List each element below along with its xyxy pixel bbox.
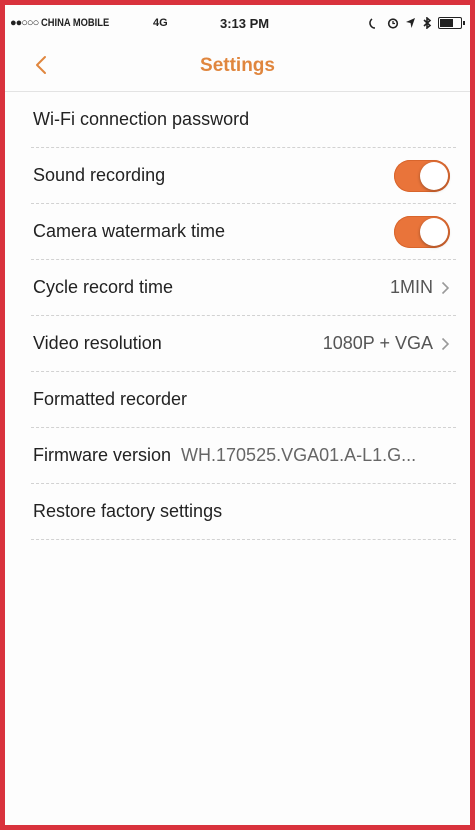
rotation-lock-icon <box>369 18 376 29</box>
setting-label: Video resolution <box>33 333 162 353</box>
location-icon <box>406 18 415 28</box>
setting-value-wrap: 1MIN <box>390 277 450 298</box>
chevron-right-icon <box>441 281 450 294</box>
setting-firmware-version: Firmware version WH.170525.VGA01.A-L1.G.… <box>31 428 456 484</box>
phone-screen: ●●○○○ CHINA MOBILE 4G 3:13 PM Settings W… <box>0 0 475 830</box>
setting-restore-factory[interactable]: Restore factory settings <box>31 484 456 540</box>
setting-label: Wi-Fi connection password <box>33 109 250 129</box>
setting-wifi-password[interactable]: Wi-Fi connection password <box>31 92 456 148</box>
setting-label: Formatted recorder <box>33 389 188 409</box>
navigation-bar: Settings <box>5 41 470 92</box>
setting-value-wrap: 1080P + VGA <box>323 333 450 354</box>
status-bar: ●●○○○ CHINA MOBILE 4G 3:13 PM <box>5 5 470 41</box>
setting-label: Sound recording <box>33 165 166 185</box>
chevron-right-icon <box>441 337 450 350</box>
setting-label: Cycle record time <box>33 277 174 297</box>
setting-label: Firmware version <box>33 445 172 465</box>
toggle-knob <box>420 161 448 190</box>
setting-sound-recording: Sound recording <box>31 148 456 204</box>
video-resolution-value: 1080P + VGA <box>322 333 433 353</box>
settings-list: Wi-Fi connection password Sound recordin… <box>5 92 470 540</box>
alarm-icon <box>387 18 399 29</box>
status-icons <box>369 17 465 29</box>
setting-label: Camera watermark time <box>33 221 226 241</box>
setting-cycle-record-time[interactable]: Cycle record time 1MIN <box>31 260 456 316</box>
setting-format-recorder[interactable]: Formatted recorder <box>31 372 456 428</box>
toggle-knob <box>420 217 448 246</box>
setting-watermark-time: Camera watermark time <box>31 204 456 260</box>
firmware-version-value: WH.170525.VGA01.A-L1.G... <box>181 445 417 465</box>
page-title: Settings <box>200 55 275 76</box>
sound-recording-toggle[interactable] <box>394 159 450 192</box>
battery-icon <box>438 17 465 29</box>
cycle-record-value: 1MIN <box>389 277 433 297</box>
signal-strength: ●●○○○ <box>10 17 39 29</box>
network-type: 4G <box>153 17 168 29</box>
status-time: 3:13 PM <box>220 15 270 31</box>
watermark-time-toggle[interactable] <box>394 215 450 248</box>
carrier-name: CHINA MOBILE <box>41 17 110 29</box>
setting-label: Restore factory settings <box>33 501 223 521</box>
bluetooth-icon <box>423 17 432 29</box>
setting-video-resolution[interactable]: Video resolution 1080P + VGA <box>31 316 456 372</box>
